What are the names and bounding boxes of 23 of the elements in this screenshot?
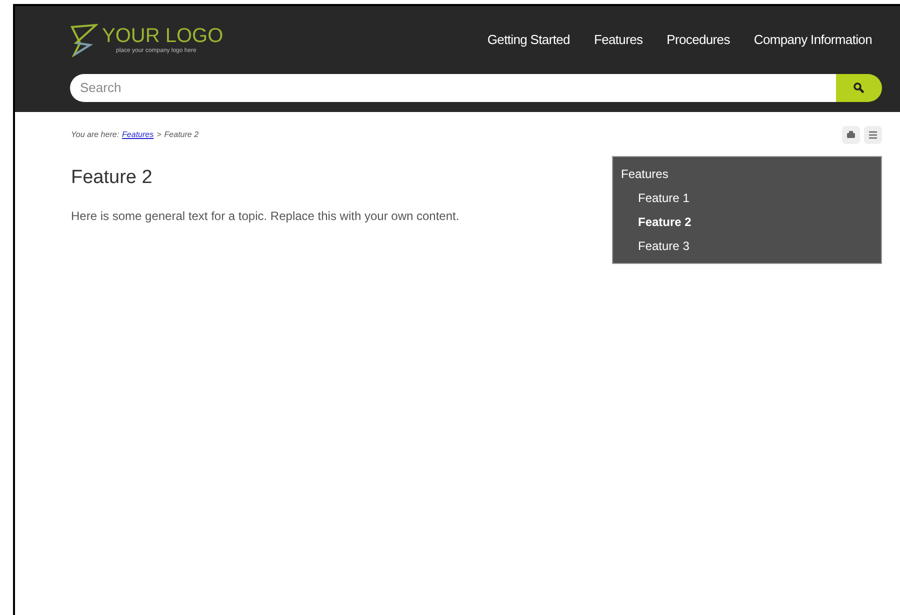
article-body: Here is some general text for a topic. Replace this with your own content. xyxy=(71,208,460,224)
print-button[interactable] xyxy=(842,126,860,144)
logo-title: YOUR LOGO xyxy=(102,26,224,46)
search-icon xyxy=(853,82,865,94)
sidebar-item[interactable]: Feature 3 xyxy=(638,237,881,255)
search-button[interactable] xyxy=(836,74,882,102)
breadcrumb-link[interactable]: Features xyxy=(122,129,154,141)
menu-icon xyxy=(868,130,878,140)
nav-link[interactable]: Features xyxy=(594,30,643,50)
sidebar-item[interactable]: Feature 1 xyxy=(638,189,881,207)
nav-link[interactable]: Procedures xyxy=(666,30,730,50)
breadcrumb-separator: > xyxy=(156,129,162,141)
search-field[interactable]: Search xyxy=(70,74,836,102)
article-title: Feature 2 xyxy=(71,166,154,190)
logo-icon xyxy=(70,23,98,57)
menu-button[interactable] xyxy=(864,126,882,144)
nav-link[interactable]: Company Information xyxy=(754,30,872,50)
printer-icon xyxy=(846,130,856,140)
breadcrumb-current: Feature 2 xyxy=(164,129,199,141)
sidebar-item[interactable]: Feature 2 xyxy=(638,213,881,231)
sidebar-title: Features xyxy=(621,166,670,183)
nav-link[interactable]: Getting Started xyxy=(487,30,570,50)
breadcrumb-prefix: You are here: xyxy=(71,129,120,141)
